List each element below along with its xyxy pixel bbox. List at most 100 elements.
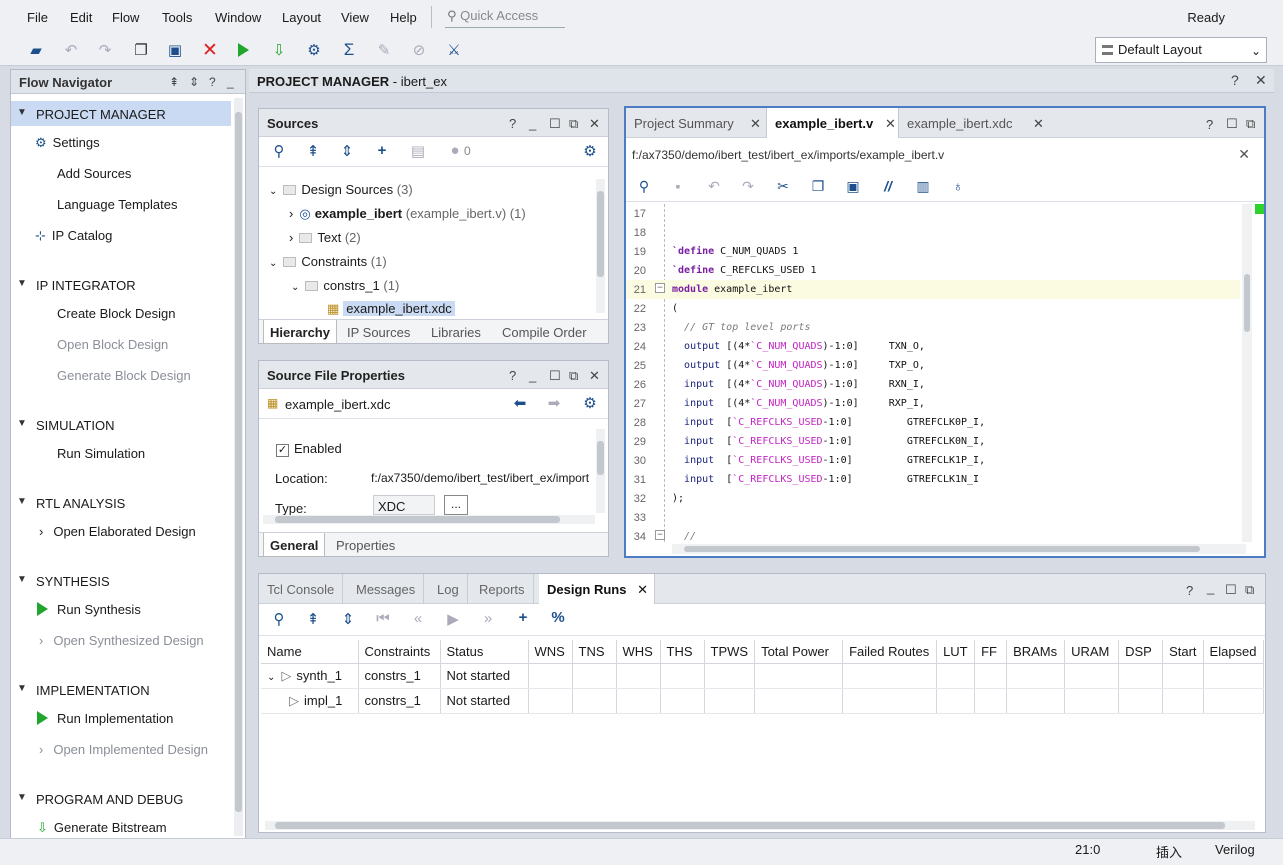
help-icon[interactable]: ?	[209, 75, 216, 89]
float-icon[interactable]: ⧉	[1246, 116, 1255, 132]
fold-icon[interactable]: −	[655, 530, 665, 540]
code-area[interactable]: 17 18 19 `define C_NUM_QUADS 1 20 `define C_R…	[626, 204, 1240, 542]
tree-example-ibert[interactable]: › ◎ example_ibert (example_ibert.v) (1)	[289, 206, 526, 222]
column-header[interactable]: Start	[1162, 640, 1204, 664]
tab-reports[interactable]: Reports	[471, 574, 534, 604]
help-icon[interactable]: ?	[509, 368, 516, 383]
scroll-thumb[interactable]	[597, 191, 604, 277]
save-icon[interactable]: ▪	[668, 178, 688, 194]
menu-layout[interactable]: Layout	[282, 10, 321, 25]
help-icon[interactable]: ?	[1231, 72, 1239, 88]
maximize-icon[interactable]: ☐	[549, 368, 561, 384]
tab-tcl-console[interactable]: Tcl Console	[259, 574, 344, 604]
scroll-thumb[interactable]	[684, 546, 1200, 552]
properties-scrollbar[interactable]	[596, 429, 605, 513]
nav-item-open-synthesized-design[interactable]: › Open Synthesized Design	[39, 633, 204, 648]
tree-text[interactable]: › Text (2)	[289, 230, 361, 245]
comment-icon[interactable]: //	[878, 178, 898, 194]
column-header[interactable]: Name	[261, 640, 359, 664]
help-icon[interactable]: ?	[1206, 117, 1213, 132]
code-line[interactable]: 32);	[626, 489, 1240, 508]
tab-libraries[interactable]: Libraries	[431, 325, 481, 340]
column-header[interactable]: URAM	[1064, 640, 1120, 664]
add-icon[interactable]: +	[372, 142, 392, 159]
download-bitstream-icon[interactable]: ⇩	[268, 39, 290, 61]
close-icon[interactable]: ✕	[589, 368, 600, 384]
first-icon[interactable]: ⏮	[373, 610, 393, 627]
tab-compile-order[interactable]: Compile Order	[502, 325, 587, 340]
column-header[interactable]: Constraints	[358, 640, 441, 664]
menu-file[interactable]: File	[27, 10, 48, 25]
menu-edit[interactable]: Edit	[70, 10, 92, 25]
minimize-icon[interactable]: _	[529, 368, 536, 383]
column-select-icon[interactable]: ▥	[913, 178, 933, 195]
redo-icon[interactable]: ↷	[94, 39, 116, 61]
expand-all-icon[interactable]: ⇕	[189, 75, 199, 89]
tree-design-sources[interactable]: ⌄ Design Sources (3)	[269, 182, 413, 197]
copy-icon[interactable]: ❐	[130, 39, 152, 61]
search-icon[interactable]: ⚲	[634, 178, 654, 195]
fold-icon[interactable]: −	[655, 283, 665, 293]
code-line[interactable]: 33	[626, 508, 1240, 527]
code-line[interactable]: 34 //−	[626, 527, 1240, 542]
code-line[interactable]: 24 output [(4*`C_NUM_QUADS)-1:0] TXN_O,	[626, 337, 1240, 356]
table-row[interactable]: ▷ impl_1 constrs_1 Not started	[261, 688, 1264, 714]
scroll-thumb[interactable]	[235, 112, 242, 812]
scroll-thumb[interactable]	[275, 516, 560, 523]
close-icon[interactable]: ✕	[589, 116, 600, 132]
code-line[interactable]: 30 input [`C_REFCLKS_USED-1:0] GTREFCLK1…	[626, 451, 1240, 470]
column-header[interactable]: Total Power	[754, 640, 844, 664]
code-line[interactable]: 17	[626, 204, 1240, 223]
scroll-thumb[interactable]	[597, 441, 604, 475]
stop-icon[interactable]: ✕	[199, 39, 221, 61]
code-line[interactable]: 29 input [`C_REFCLKS_USED-1:0] GTREFCLK0…	[626, 432, 1240, 451]
nav-item-run-implementation[interactable]: Run Implementation	[37, 711, 173, 726]
code-line[interactable]: 22 (	[626, 299, 1240, 318]
help-icon[interactable]: ?	[1186, 583, 1193, 598]
expand-all-icon[interactable]: ⇕	[338, 610, 358, 628]
scroll-thumb[interactable]	[275, 822, 1225, 829]
flow-navigator-scrollbar[interactable]	[234, 98, 243, 836]
code-line[interactable]: 19 `define C_NUM_QUADS 1	[626, 242, 1240, 261]
disabled-tool-icon-2[interactable]: ⊘	[408, 39, 430, 61]
float-icon[interactable]: ⧉	[569, 368, 578, 384]
nav-item-add-sources[interactable]: Add Sources	[57, 166, 131, 181]
code-line[interactable]: 21 module example_ibert −	[626, 280, 1240, 299]
gear-icon[interactable]: ⚙	[580, 142, 600, 160]
editor-hscrollbar[interactable]	[672, 544, 1246, 554]
menu-tools[interactable]: Tools	[162, 10, 192, 25]
disabled-tool-icon[interactable]: ✎	[373, 39, 395, 61]
close-icon[interactable]: ✕	[1238, 146, 1250, 163]
code-line[interactable]: 26 input [(4*`C_NUM_QUADS)-1:0] RXN_I,	[626, 375, 1240, 394]
code-line[interactable]: 28 input [`C_REFCLKS_USED-1:0] GTREFCLK0…	[626, 413, 1240, 432]
tab-general[interactable]: General	[263, 533, 326, 557]
code-line[interactable]: 23 // GT top level ports	[626, 318, 1240, 337]
collapse-all-icon[interactable]: ⇞	[303, 142, 323, 160]
close-icon[interactable]: ✕	[1255, 72, 1267, 89]
table-row[interactable]: ⌄ ▷ synth_1 constrs_1 Not started	[261, 663, 1264, 689]
float-icon[interactable]: ⧉	[569, 116, 578, 132]
quick-access-input[interactable]: ⚲ Quick Access	[445, 6, 565, 28]
runs-hscrollbar[interactable]	[265, 821, 1255, 830]
collapse-all-icon[interactable]: ⇞	[169, 75, 179, 89]
nav-item-open-implemented-design[interactable]: › Open Implemented Design	[39, 742, 208, 757]
tab-messages[interactable]: Messages	[348, 574, 425, 604]
nav-item-language-templates[interactable]: Language Templates	[57, 197, 177, 212]
lightbulb-icon[interactable]: ♁	[948, 178, 968, 194]
tab-design-runs[interactable]: Design Runs ✕	[539, 574, 655, 604]
paste-icon[interactable]: ▣	[843, 178, 863, 195]
search-icon[interactable]: ⚲	[269, 142, 289, 160]
column-header[interactable]: TPWS	[704, 640, 756, 664]
tree-xdc-file[interactable]: ▦ example_ibert.xdc	[327, 301, 455, 319]
nav-item-settings[interactable]: ⚙ Settings	[35, 135, 100, 151]
nav-item-create-block-design[interactable]: Create Block Design	[57, 306, 176, 321]
gear-icon[interactable]: ⚙	[580, 394, 600, 412]
collapse-all-icon[interactable]: ⇞	[303, 610, 323, 628]
properties-icon[interactable]: ▤	[408, 142, 428, 160]
scroll-thumb[interactable]	[1244, 274, 1250, 332]
close-icon[interactable]: ✕	[885, 116, 896, 132]
undo-icon[interactable]: ↶	[704, 178, 724, 195]
previous-icon[interactable]: «	[408, 610, 428, 627]
type-field[interactable]: XDC	[373, 495, 435, 515]
nav-item-open-elaborated-design[interactable]: › Open Elaborated Design	[39, 524, 196, 539]
